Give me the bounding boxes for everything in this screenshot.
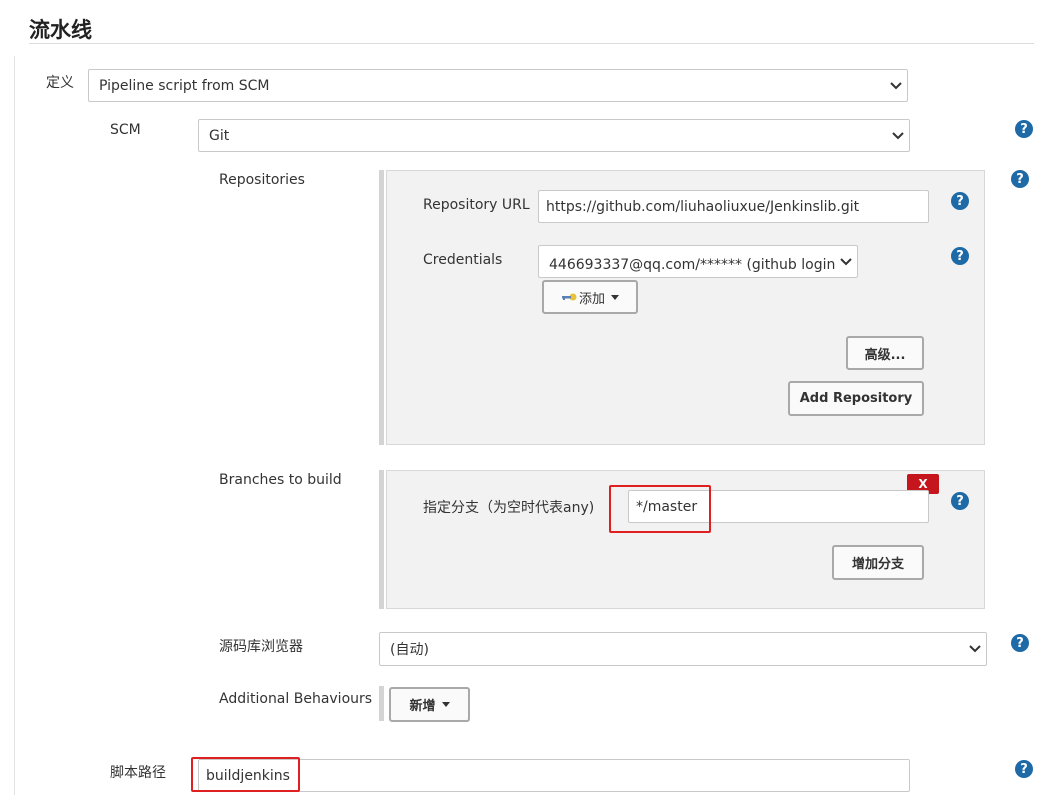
repository-browser-label: 源码库浏览器 — [219, 639, 303, 655]
caret-down-icon — [611, 294, 619, 300]
help-icon[interactable]: ? — [951, 247, 969, 265]
chevron-down-icon — [964, 645, 986, 653]
script-path-label: 脚本路径 — [110, 765, 166, 781]
scm-select[interactable]: Git — [198, 119, 910, 152]
section-title: 流水线 — [29, 18, 92, 42]
behaviours-panel-bar — [379, 686, 384, 721]
left-border — [14, 56, 15, 795]
chevron-down-icon — [887, 131, 909, 140]
credentials-select-value: 446693337@qq.com/****** (github login) — [549, 256, 835, 273]
chevron-down-icon — [885, 81, 907, 90]
chevron-down-icon — [835, 257, 857, 266]
title-divider — [29, 43, 1034, 44]
add-branch-button[interactable]: 增加分支 — [832, 545, 924, 580]
scm-select-value: Git — [209, 127, 230, 144]
help-icon[interactable]: ? — [1015, 120, 1033, 138]
definition-label: 定义 — [46, 75, 74, 91]
help-icon[interactable]: ? — [1015, 760, 1033, 778]
add-behaviour-button[interactable]: 新增 — [389, 687, 470, 722]
script-path-highlight-box — [191, 757, 300, 792]
help-icon[interactable]: ? — [951, 492, 969, 510]
credentials-select[interactable]: 446693337@qq.com/****** (github login) — [538, 245, 858, 278]
help-icon[interactable]: ? — [951, 192, 969, 210]
help-icon[interactable]: ? — [1011, 170, 1029, 188]
repositories-panel-bar — [379, 170, 384, 445]
help-icon[interactable]: ? — [1011, 634, 1029, 652]
add-behaviour-label: 新增 — [409, 699, 436, 714]
repositories-label: Repositories — [219, 172, 305, 188]
caret-down-icon — [441, 702, 450, 707]
additional-behaviours-label: Additional Behaviours — [219, 691, 373, 707]
definition-select-value: Pipeline script from SCM — [99, 77, 270, 94]
script-path-input[interactable]: buildjenkins — [198, 759, 910, 792]
add-repository-button[interactable]: Add Repository — [788, 381, 924, 416]
branch-specifier-label: 指定分支（为空时代表any) — [423, 500, 595, 516]
advanced-button[interactable]: 高级... — [846, 336, 924, 370]
repository-browser-value: (自动) — [390, 642, 429, 658]
credentials-label: Credentials — [423, 252, 503, 268]
branch-highlight-box — [609, 485, 711, 533]
repository-url-input[interactable]: https://github.com/liuhaoliuxue/Jenkinsl… — [538, 190, 929, 223]
repository-browser-select[interactable]: (自动) — [379, 632, 987, 666]
scm-label: SCM — [110, 122, 141, 138]
branches-panel-bar — [379, 470, 384, 609]
add-credentials-button[interactable]: 添加 — [542, 280, 638, 314]
definition-select[interactable]: Pipeline script from SCM — [88, 69, 908, 102]
key-icon — [561, 292, 577, 302]
repository-url-label: Repository URL — [423, 197, 530, 213]
branches-label: Branches to build — [219, 472, 342, 488]
add-credentials-label: 添加 — [578, 291, 605, 307]
